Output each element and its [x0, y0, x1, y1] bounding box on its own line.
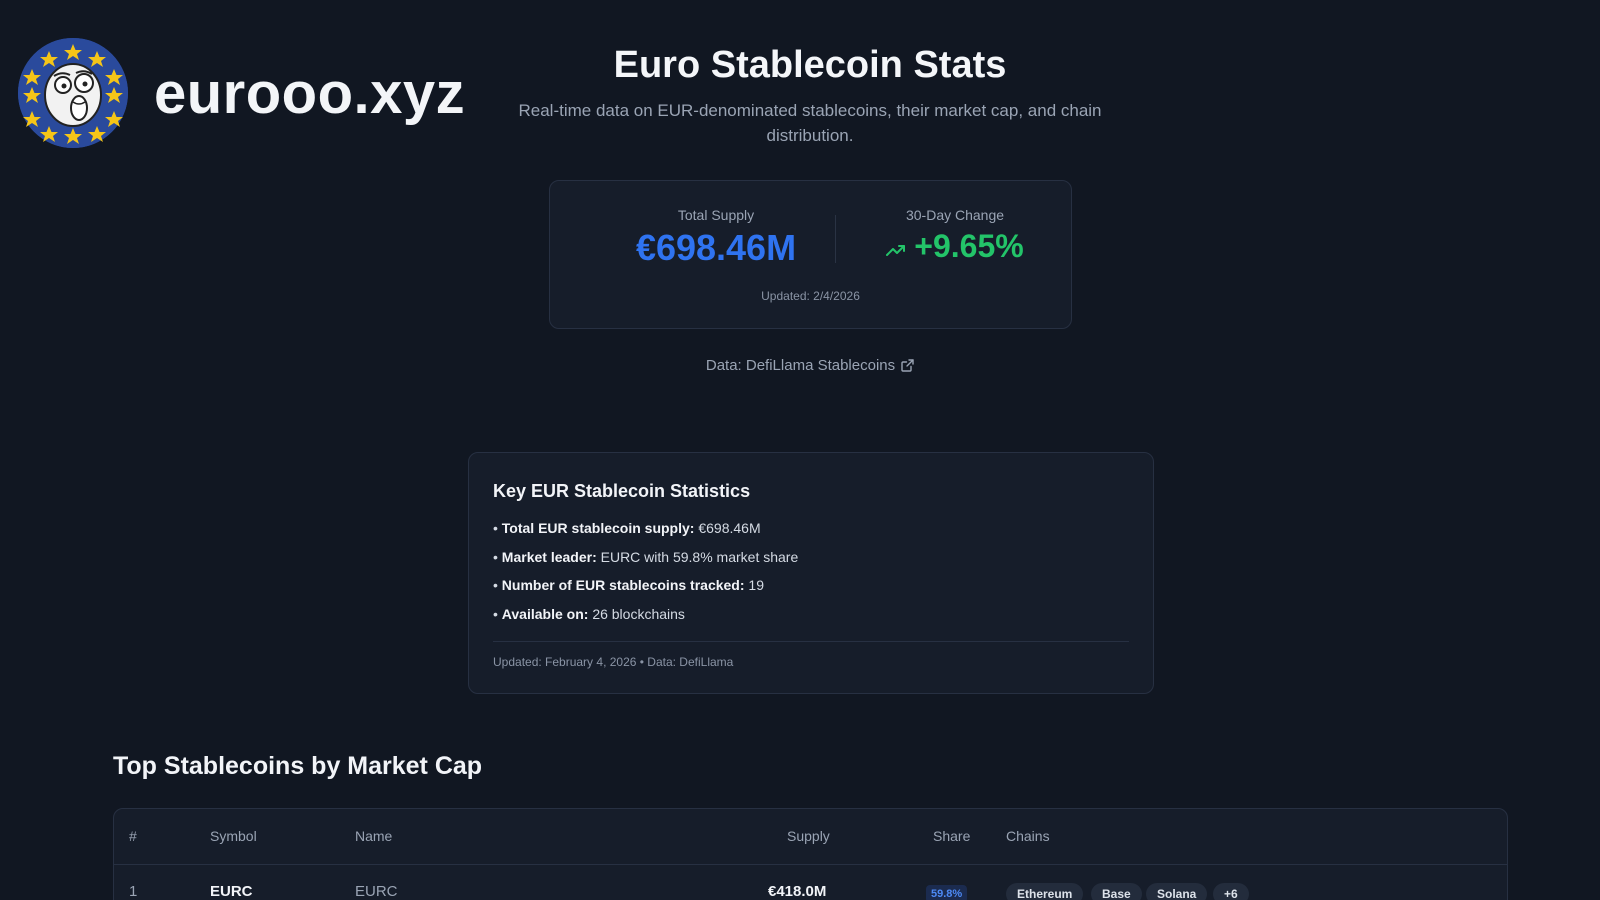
list-item: • Available on: 26 blockchains: [493, 605, 685, 622]
key-stats-footer: Updated: February 4, 2026 • Data: DefiLl…: [493, 655, 734, 669]
stat-label: Total EUR stablecoin supply:: [501, 520, 695, 536]
list-item: • Market leader: EURC with 59.8% market …: [493, 548, 799, 565]
chain-badge[interactable]: Solana: [1146, 883, 1208, 900]
more-chains-badge[interactable]: +6: [1213, 883, 1249, 900]
stat-value: 19: [748, 577, 764, 593]
stat-label: Market leader:: [501, 548, 597, 565]
supply-summary-card: Total Supply €698.46M 30-Day Change +9.6…: [549, 180, 1072, 329]
key-stats-title: Key EUR Stablecoin Statistics: [493, 481, 751, 501]
key-stats-card: Key EUR Stablecoin Statistics • Total EU…: [468, 452, 1154, 694]
stat-label: Available on:: [501, 605, 589, 622]
stat-label: Number of EUR stablecoins tracked:: [501, 577, 745, 593]
header-symbol[interactable]: Symbol: [210, 828, 257, 844]
stat-value: EURC with 59.8% market share: [600, 548, 799, 565]
change-value-row: +9.65%: [850, 228, 1060, 265]
cell-name: EURC: [355, 883, 398, 900]
table-header: # Symbol Name Supply Share Chains: [114, 809, 1507, 865]
page: eurooo.xyz Euro Stablecoin Stats Real-ti…: [0, 0, 1600, 900]
share-badge: 59.8%: [926, 885, 968, 900]
page-subtitle: Real-time data on EUR-denominated stable…: [518, 101, 1102, 145]
change-label: 30-Day Change: [905, 207, 1005, 223]
total-supply-block: Total Supply €698.46M: [606, 207, 826, 269]
header-supply[interactable]: Supply: [787, 828, 830, 844]
chain-badge[interactable]: Ethereum: [1006, 883, 1084, 900]
header-share[interactable]: Share: [933, 828, 970, 844]
stablecoin-table: # Symbol Name Supply Share Chains 1 EURC…: [113, 808, 1508, 900]
total-supply-value: €698.46M: [635, 227, 797, 268]
data-source-link[interactable]: Data: DefiLlama Stablecoins: [0, 357, 1600, 376]
change-value: +9.65%: [914, 228, 1024, 264]
header-rank[interactable]: #: [129, 828, 137, 844]
supply-updated: Updated: 2/4/2026: [761, 289, 860, 303]
chain-badge[interactable]: Base: [1091, 883, 1142, 900]
divider: [835, 215, 836, 263]
cell-supply: €418.0M: [768, 883, 827, 900]
change-block: 30-Day Change +9.65%: [850, 207, 1060, 265]
stat-value: €698.46M: [698, 520, 761, 536]
data-source-text[interactable]: Data: DefiLlama Stablecoins: [706, 357, 895, 374]
cell-symbol[interactable]: EURC: [210, 883, 253, 900]
page-title: Euro Stablecoin Stats: [613, 44, 1007, 86]
divider: [493, 641, 1129, 642]
external-link-icon[interactable]: [901, 359, 914, 376]
list-item: • Number of EUR stablecoins tracked: 19: [493, 577, 764, 593]
cell-rank: 1: [129, 883, 138, 900]
total-supply-label: Total Supply: [677, 207, 755, 223]
header-chains[interactable]: Chains: [1006, 828, 1050, 844]
list-item: • Total EUR stablecoin supply: €698.46M: [493, 520, 761, 536]
trending-up-icon: [886, 228, 906, 265]
table-row[interactable]: 1 EURC EURC €418.0M 59.8% Ethereum Base …: [114, 865, 1507, 900]
key-stats-list: • Total EUR stablecoin supply: €698.46M …: [493, 514, 1129, 628]
header-name[interactable]: Name: [355, 828, 392, 844]
stat-value: 26 blockchains: [592, 605, 685, 622]
table-title: Top Stablecoins by Market Cap: [113, 752, 483, 780]
